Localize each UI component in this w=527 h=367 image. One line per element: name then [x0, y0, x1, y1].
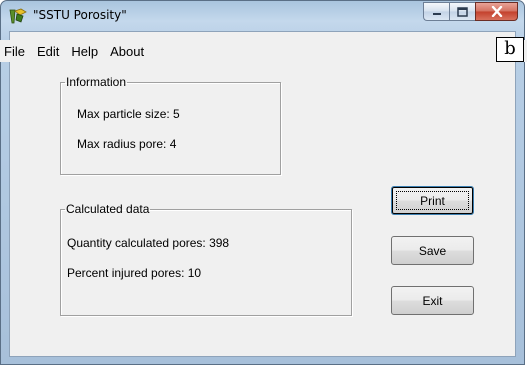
menu-file[interactable]: File — [0, 42, 31, 62]
focus-rectangle — [396, 191, 469, 210]
minimize-button[interactable] — [423, 2, 449, 21]
information-legend: Information — [66, 75, 127, 89]
window-title: "SSTU Porosity" — [33, 8, 127, 22]
information-group: Information — [60, 75, 281, 175]
calculated-data-group: Calculated data — [60, 202, 352, 316]
exit-button-label: Exit — [422, 293, 443, 308]
minimize-icon — [432, 12, 441, 15]
corner-label: b — [496, 37, 524, 62]
print-button[interactable]: Print — [391, 186, 474, 215]
quantity-calculated-pores-label: Quantity calculated pores: 398 — [67, 236, 230, 250]
menu-help[interactable]: Help — [65, 42, 104, 62]
save-button[interactable]: Save — [391, 236, 474, 265]
close-button[interactable] — [475, 2, 518, 21]
max-particle-size-label: Max particle size: 5 — [77, 107, 180, 121]
maximize-button[interactable] — [449, 2, 475, 21]
max-radius-pore-label: Max radius pore: 4 — [77, 137, 177, 151]
maximize-icon — [457, 6, 468, 17]
save-button-label: Save — [418, 243, 447, 258]
percent-injured-pores-label: Percent injured pores: 10 — [67, 266, 202, 280]
title-bar[interactable]: "SSTU Porosity" — [1, 1, 524, 31]
caption-buttons — [423, 2, 518, 22]
exit-button[interactable]: Exit — [391, 286, 474, 315]
app-icon — [9, 8, 27, 24]
menu-edit[interactable]: Edit — [31, 42, 65, 62]
calculated-data-legend: Calculated data — [66, 202, 150, 216]
close-icon — [491, 6, 502, 17]
menu-bar: File Edit Help About — [0, 42, 150, 62]
menu-about[interactable]: About — [104, 42, 150, 62]
